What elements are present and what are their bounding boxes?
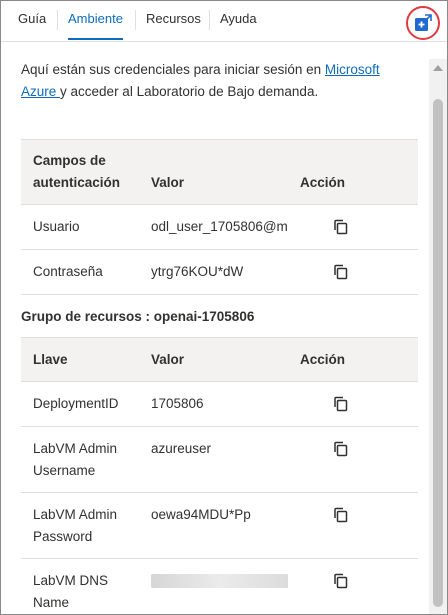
- copy-icon[interactable]: [332, 440, 350, 458]
- tab-ambiente[interactable]: Ambiente: [68, 1, 123, 41]
- header-value: Valor: [151, 175, 185, 190]
- auth-table-header: Campos de autenticación Valor Acción: [21, 140, 418, 205]
- field-value: azureuser: [151, 441, 212, 456]
- header-action: Acción: [300, 352, 346, 367]
- copy-icon[interactable]: [332, 572, 350, 590]
- field-label: Usuario: [33, 219, 80, 234]
- scroll-up-icon[interactable]: [433, 65, 443, 71]
- header-fields: Campos de autenticación: [33, 153, 121, 190]
- copy-icon[interactable]: [332, 263, 350, 281]
- tab-divider: [135, 10, 136, 30]
- intro-after: y acceder al Laboratorio de Bajo demanda…: [60, 84, 319, 99]
- table-row: LabVM Admin Password oewa94MDU*Pp: [21, 493, 418, 559]
- field-label: LabVM Admin Username: [33, 441, 118, 478]
- copy-icon[interactable]: [332, 506, 350, 524]
- redacted-bar: [151, 574, 288, 589]
- auth-table: Campos de autenticación Valor Acción Usu…: [21, 139, 418, 295]
- resource-table-header: Llave Valor Acción: [21, 338, 418, 382]
- tab-guia[interactable]: Guía: [18, 1, 46, 41]
- open-new-window-button[interactable]: [406, 6, 440, 40]
- field-value: oewa94MDU*Pp: [151, 507, 251, 522]
- field-value: ytrg76KOU*dW: [151, 264, 244, 279]
- copy-icon[interactable]: [332, 395, 350, 413]
- header-action: Acción: [300, 175, 346, 190]
- table-row: LabVM Admin Username azureuser: [21, 427, 418, 493]
- field-label: Contraseña: [33, 264, 103, 279]
- field-label: LabVM Admin Password: [33, 507, 118, 544]
- copy-icon[interactable]: [332, 218, 350, 236]
- field-label: LabVM DNS Name: [33, 573, 109, 610]
- lab-panel: Guía Ambiente Recursos Ayuda Aquí están …: [0, 0, 448, 615]
- environment-content: Aquí están sus credenciales para iniciar…: [1, 43, 429, 614]
- vertical-scrollbar[interactable]: [429, 59, 447, 614]
- open-new-window-icon: [415, 14, 432, 31]
- header-key: Llave: [33, 352, 68, 367]
- intro-before: Aquí están sus credenciales para iniciar…: [21, 62, 325, 77]
- tab-ayuda[interactable]: Ayuda: [220, 1, 257, 41]
- field-value: odl_user_1705806@m: [151, 219, 288, 234]
- tab-divider: [209, 10, 210, 30]
- resource-group-title: Grupo de recursos : openai-1705806: [21, 309, 255, 324]
- resource-table: Llave Valor Acción DeploymentID 1705806 …: [21, 337, 418, 614]
- field-label: DeploymentID: [33, 396, 119, 411]
- table-row: DeploymentID 1705806: [21, 382, 418, 427]
- scrollbar-thumb[interactable]: [433, 99, 443, 607]
- table-row: Usuario odl_user_1705806@m: [21, 205, 418, 250]
- header-value: Valor: [151, 352, 185, 367]
- table-row: LabVM DNS Name: [21, 559, 418, 614]
- intro-text: Aquí están sus credenciales para iniciar…: [21, 59, 416, 103]
- tab-divider: [57, 10, 58, 30]
- redacted-value: [151, 570, 288, 592]
- tab-bar: Guía Ambiente Recursos Ayuda: [1, 1, 447, 42]
- tab-recursos[interactable]: Recursos: [146, 1, 201, 41]
- table-row: Contraseña ytrg76KOU*dW: [21, 250, 418, 295]
- field-value: 1705806: [151, 396, 204, 411]
